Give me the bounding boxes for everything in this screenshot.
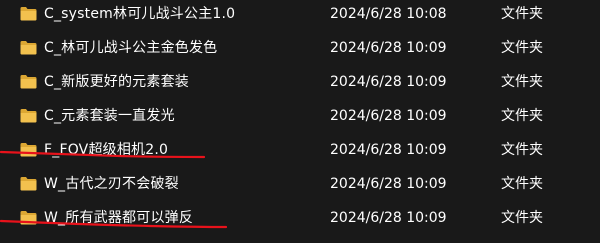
date-modified: 2024/6/28 10:09 [330, 142, 447, 158]
date-modified: 2024/6/28 10:09 [330, 176, 447, 192]
folder-icon [20, 108, 37, 123]
file-row[interactable]: C_新版更好的元素套装 2024/6/28 10:09 文件夹 [0, 65, 600, 99]
file-row[interactable]: W_古代之刃不会破裂 2024/6/28 10:09 文件夹 [0, 167, 600, 201]
folder-icon [20, 74, 37, 89]
file-name: C_林可儿战斗公主金色发色 [44, 40, 218, 56]
file-type: 文件夹 [501, 6, 543, 22]
file-list: C_system林可儿战斗公主1.0 2024/6/28 10:08 文件夹 C… [0, 0, 600, 243]
folder-icon [20, 6, 37, 21]
file-type: 文件夹 [501, 142, 543, 158]
file-row[interactable]: C_元素套装一直发光 2024/6/28 10:09 文件夹 [0, 99, 600, 133]
date-modified: 2024/6/28 10:09 [330, 210, 447, 226]
folder-icon [20, 210, 37, 225]
folder-icon [20, 142, 37, 157]
file-row[interactable]: F_FOV超级相机2.0 2024/6/28 10:09 文件夹 [0, 133, 600, 167]
folder-icon [20, 40, 37, 55]
date-modified: 2024/6/28 10:09 [330, 74, 447, 90]
folder-icon [20, 176, 37, 191]
file-type: 文件夹 [501, 210, 543, 226]
file-name: W_古代之刃不会破裂 [44, 176, 179, 192]
file-row[interactable]: C_system林可儿战斗公主1.0 2024/6/28 10:08 文件夹 [0, 0, 600, 31]
file-type: 文件夹 [501, 40, 543, 56]
file-name: W_所有武器都可以弹反 [44, 210, 194, 226]
date-modified: 2024/6/28 10:09 [330, 40, 447, 56]
file-name: C_元素套装一直发光 [44, 108, 175, 124]
file-row[interactable]: W_所有武器都可以弹反 2024/6/28 10:09 文件夹 [0, 201, 600, 235]
file-name: C_新版更好的元素套装 [44, 74, 189, 90]
date-modified: 2024/6/28 10:09 [330, 108, 447, 124]
file-row[interactable]: C_林可儿战斗公主金色发色 2024/6/28 10:09 文件夹 [0, 31, 600, 65]
file-name: C_system林可儿战斗公主1.0 [44, 6, 236, 22]
file-type: 文件夹 [501, 74, 543, 90]
date-modified: 2024/6/28 10:08 [330, 6, 447, 22]
file-type: 文件夹 [501, 176, 543, 192]
file-name: F_FOV超级相机2.0 [44, 142, 169, 158]
file-type: 文件夹 [501, 108, 543, 124]
